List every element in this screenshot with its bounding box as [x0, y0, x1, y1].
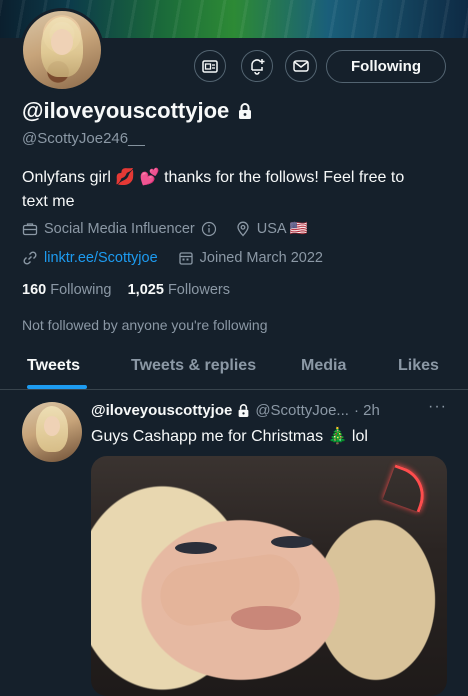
tab-tweets[interactable]: Tweets [27, 357, 80, 375]
tweet-text: Guys Cashapp me for Christmas 🎄 lol [91, 428, 368, 445]
media-hand-shape [156, 550, 304, 630]
tab-likes[interactable]: Likes [398, 357, 439, 375]
newsletter-button[interactable] [194, 50, 226, 82]
bio-line-1: Onlyfans girl 💋 💕 thanks for the follows… [22, 169, 405, 186]
profile-location: USA 🇺🇸 [256, 221, 308, 237]
following-label: Following [50, 282, 112, 298]
profile-avatar[interactable] [20, 8, 104, 92]
tweet-author-handle[interactable]: @ScottyJoe... [255, 402, 349, 419]
profile-bio: Onlyfans girl 💋 💕 thanks for the follows… [22, 166, 452, 214]
profile-display-name: @iloveyouscottyjoe [22, 98, 230, 123]
protected-lock-icon [237, 102, 253, 120]
tweet-timestamp[interactable]: · 2h [354, 402, 380, 419]
profile-meta-row-2: linktr.ee/Scottyjoe Joined March 2022 [22, 250, 323, 266]
profile-category: Social Media Influencer [44, 220, 195, 237]
followers-count: 1,025 [127, 282, 164, 298]
following-count-link[interactable]: 160 Following [22, 282, 111, 298]
profile-name-row: @iloveyouscottyjoe [22, 98, 253, 124]
tab-tweets-and-replies[interactable]: Tweets & replies [131, 357, 256, 375]
profile-tabs: Tweets Tweets & replies Media Likes [0, 345, 468, 390]
not-followed-notice: Not followed by anyone you're following [22, 317, 268, 333]
following-count: 160 [22, 282, 47, 298]
tweet-more-options-icon[interactable]: ··· [428, 398, 447, 416]
notification-bell-plus-icon [248, 57, 266, 75]
tweet-author-avatar[interactable] [22, 402, 82, 462]
tweet-header: @iloveyouscottyjoe @ScottyJoe... · 2h [91, 402, 380, 419]
newsletter-icon [201, 57, 219, 75]
tweet-author-name[interactable]: @iloveyouscottyjoe [91, 402, 232, 419]
message-button[interactable] [285, 50, 317, 82]
followers-label: Followers [167, 282, 230, 298]
tab-media[interactable]: Media [301, 357, 346, 375]
info-icon[interactable] [201, 221, 217, 237]
following-button[interactable]: Following [326, 50, 446, 83]
bio-line-2: text me [22, 193, 75, 210]
followers-count-link[interactable]: 1,025 Followers [128, 282, 230, 298]
tweet-lock-icon [237, 403, 250, 418]
briefcase-icon [22, 221, 38, 237]
notifications-button[interactable] [241, 50, 273, 82]
message-icon [292, 57, 310, 75]
profile-joined-date: Joined March 2022 [199, 250, 323, 266]
link-icon [22, 250, 38, 266]
location-pin-icon [235, 221, 251, 237]
profile-meta-row-1: Social Media Influencer USA 🇺🇸 [22, 220, 308, 237]
follow-counts: 160 Following 1,025 Followers [22, 282, 230, 298]
profile-website-link[interactable]: linktr.ee/Scottyjoe [44, 250, 158, 266]
calendar-icon [178, 250, 194, 266]
profile-handle: @ScottyJoe246__ [22, 130, 145, 147]
active-tab-indicator [27, 385, 87, 389]
